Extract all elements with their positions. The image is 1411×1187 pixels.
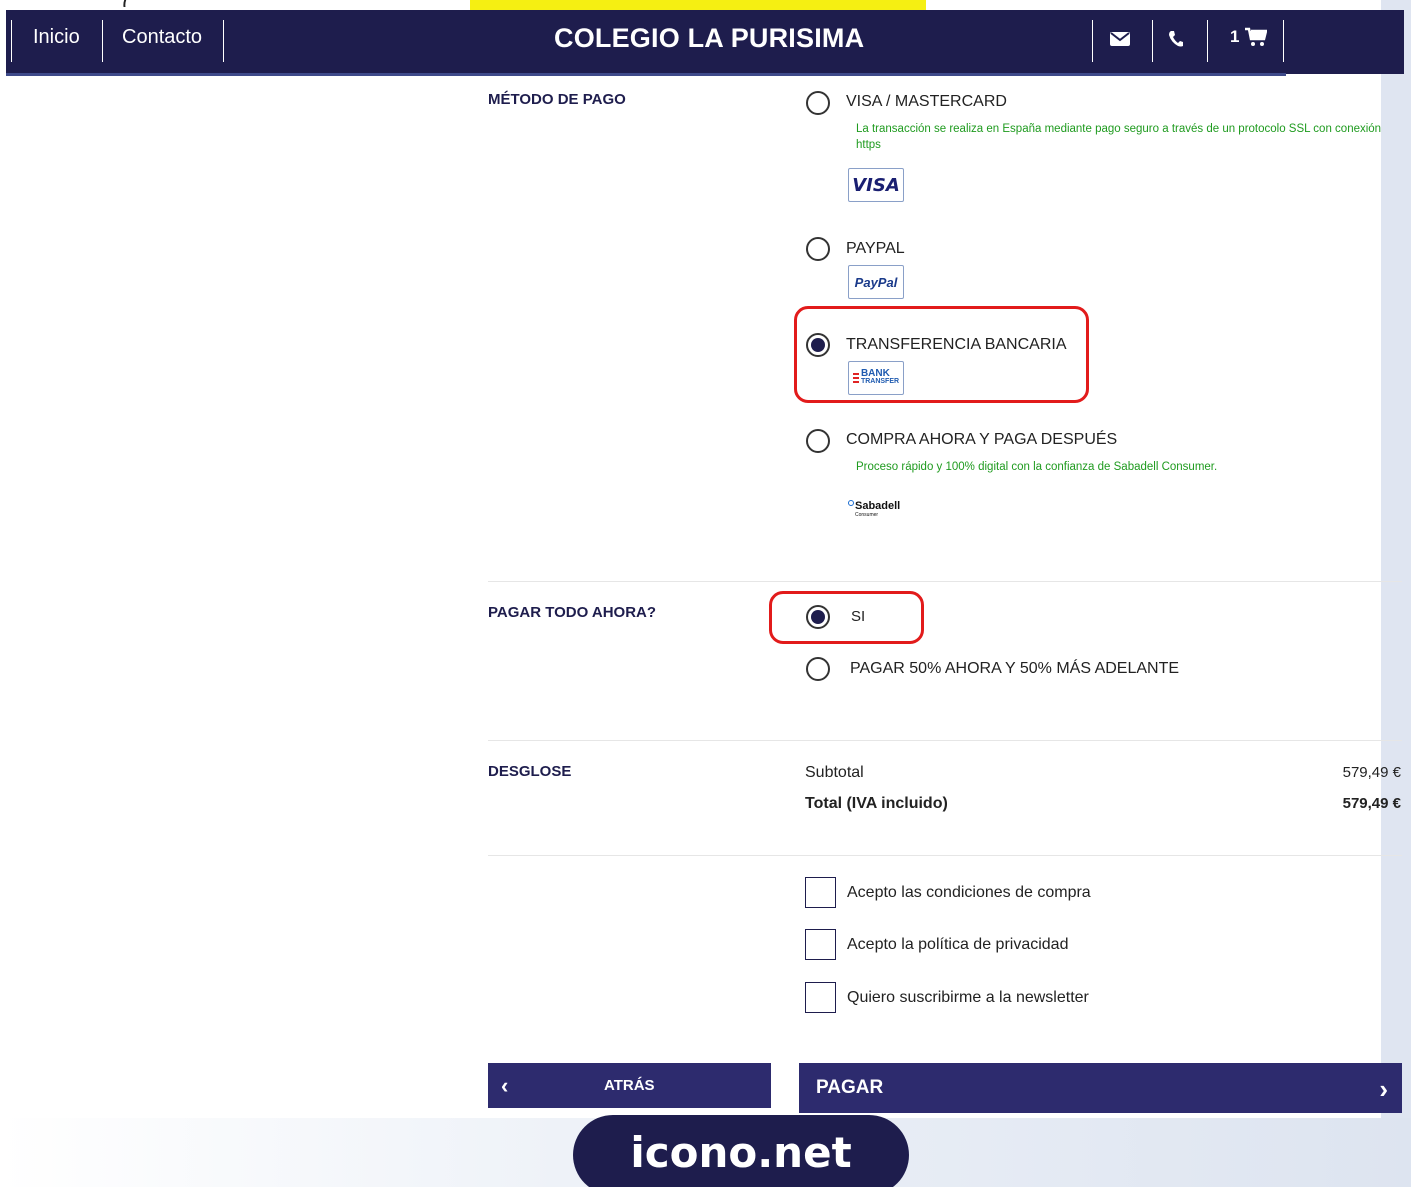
nav-separator	[1152, 20, 1153, 62]
nav-separator	[1207, 20, 1208, 62]
radio-visa[interactable]	[806, 91, 830, 115]
navbar-underline	[6, 73, 1286, 76]
paypal-logo: PayPal	[848, 265, 904, 299]
divider	[488, 581, 1402, 582]
subtotal-value: 579,49 €	[1342, 764, 1401, 781]
radio-pay-half[interactable]	[806, 657, 830, 681]
cart-icon	[1245, 27, 1268, 46]
back-button-label: ATRÁS	[604, 1077, 655, 1094]
breakdown-label: DESGLOSE	[488, 763, 572, 780]
envelope-icon[interactable]	[1110, 31, 1130, 47]
checkbox-terms[interactable]	[805, 877, 836, 908]
sabadell-note: Proceso rápido y 100% digital con la con…	[856, 461, 1218, 473]
pay-button-label: PAGAR	[816, 1077, 884, 1098]
nav-link-contacto[interactable]: Contacto	[122, 26, 202, 49]
radio-buy-now-pay-later[interactable]	[806, 429, 830, 453]
option-paypal-label[interactable]: PAYPAL	[846, 240, 905, 258]
divider	[488, 740, 1402, 741]
divider	[488, 855, 1402, 856]
chevron-left-icon: ‹	[501, 1073, 509, 1098]
cart-count: 1	[1230, 27, 1240, 46]
top-navbar: Inicio Contacto COLEGIO LA PURISIMA 1	[6, 10, 1404, 76]
pay-now-label: PAGAR TODO AHORA?	[488, 604, 657, 621]
total-label: Total (IVA incluido)	[805, 795, 948, 812]
top-cut-text: (	[122, 0, 129, 7]
total-value: 579,49 €	[1342, 795, 1401, 812]
side-strip	[1381, 0, 1411, 1187]
watermark-logo: icono.net	[573, 1115, 909, 1187]
option-pay-later-label[interactable]: COMPRA AHORA Y PAGA DESPUÉS	[846, 431, 1117, 449]
highlight-pay-now	[769, 591, 924, 644]
sabadell-logo: Sabadell Consumer	[848, 500, 900, 518]
privacy-label[interactable]: Acepto la política de privacidad	[847, 936, 1068, 954]
phone-icon[interactable]	[1168, 30, 1184, 48]
nav-separator	[1283, 20, 1284, 62]
nav-link-inicio[interactable]: Inicio	[33, 26, 80, 49]
brand-title[interactable]: COLEGIO LA PURISIMA	[554, 23, 864, 54]
newsletter-label[interactable]: Quiero suscribirme a la newsletter	[847, 989, 1089, 1007]
nav-separator	[11, 20, 12, 62]
back-button[interactable]: ‹ ATRÁS	[488, 1063, 771, 1108]
radio-paypal[interactable]	[806, 237, 830, 261]
checkbox-privacy[interactable]	[805, 929, 836, 960]
nav-separator	[1092, 20, 1093, 62]
terms-label[interactable]: Acepto las condiciones de compra	[847, 884, 1091, 902]
nav-separator	[102, 20, 103, 62]
visa-logo: VISA	[848, 168, 904, 202]
option-visa-label[interactable]: VISA / MASTERCARD	[846, 93, 1007, 111]
checkbox-newsletter[interactable]	[805, 982, 836, 1013]
subtotal-label: Subtotal	[805, 764, 864, 781]
pay-button[interactable]: PAGAR ›	[799, 1063, 1402, 1113]
chevron-right-icon: ›	[1379, 1074, 1388, 1104]
payment-method-label: MÉTODO DE PAGO	[488, 91, 626, 108]
highlight-bank-transfer	[794, 306, 1089, 403]
option-pay-half-label[interactable]: PAGAR 50% AHORA Y 50% MÁS ADELANTE	[850, 660, 1179, 678]
visa-ssl-note: La transacción se realiza en España medi…	[856, 123, 1382, 151]
nav-separator	[223, 20, 224, 62]
cart-button[interactable]: 1	[1230, 27, 1268, 47]
